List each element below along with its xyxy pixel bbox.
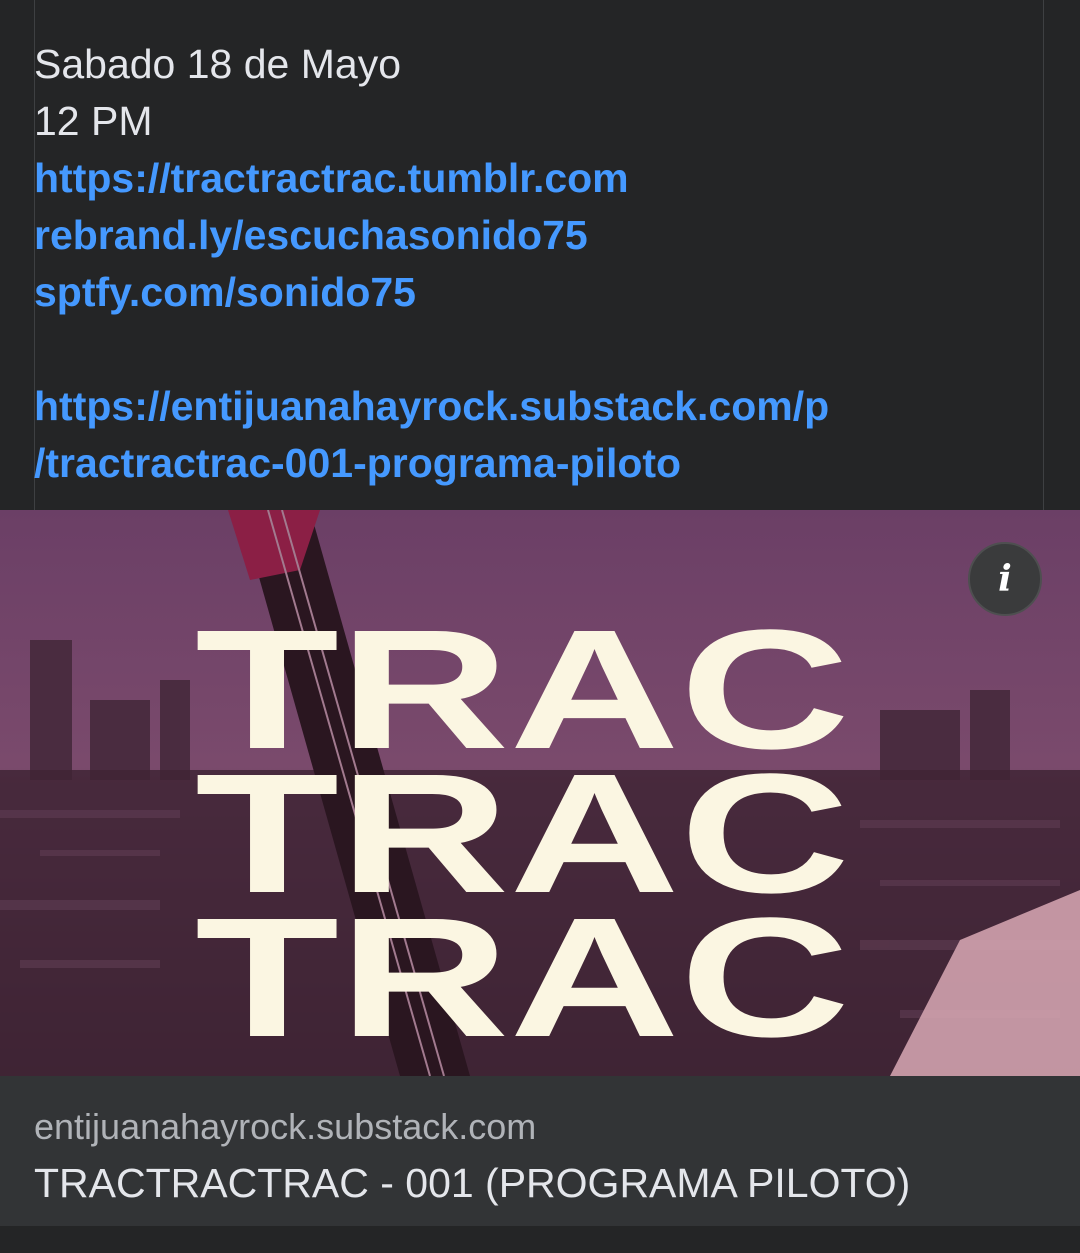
- link-domain: entijuanahayrock.substack.com: [34, 1106, 537, 1147]
- link-substack-part1[interactable]: https://entijuanahayrock.substack.com/p: [34, 378, 829, 435]
- link-title: TRACTRACTRAC - 001 (PROGRAMA PILOTO): [34, 1160, 911, 1206]
- link-spotify[interactable]: sptfy.com/sonido75: [34, 264, 829, 321]
- link-card[interactable]: entijuanahayrock.substack.com TRACTRACTR…: [0, 1076, 1080, 1226]
- link-substack-part2[interactable]: /tractractrac-001-programa-piloto: [34, 435, 829, 492]
- link-tumblr[interactable]: https://tractractrac.tumblr.com: [34, 150, 829, 207]
- tractractrac-logo: TRAC TRAC TRAC: [195, 595, 850, 1073]
- bottom-divider: [0, 1226, 1080, 1253]
- post-text: Sabado 18 de Mayo 12 PM https://tractrac…: [34, 36, 829, 492]
- post-date: Sabado 18 de Mayo: [34, 41, 401, 87]
- logo-line-3: TRAC: [195, 883, 850, 1073]
- info-icon[interactable]: i: [968, 542, 1042, 616]
- link-rebrandly[interactable]: rebrand.ly/escuchasonido75: [34, 207, 829, 264]
- preview-artwork: TRAC TRAC TRAC: [0, 510, 1080, 1076]
- link-preview-image[interactable]: TRAC TRAC TRAC: [0, 510, 1080, 1076]
- post-time: 12 PM: [34, 98, 153, 144]
